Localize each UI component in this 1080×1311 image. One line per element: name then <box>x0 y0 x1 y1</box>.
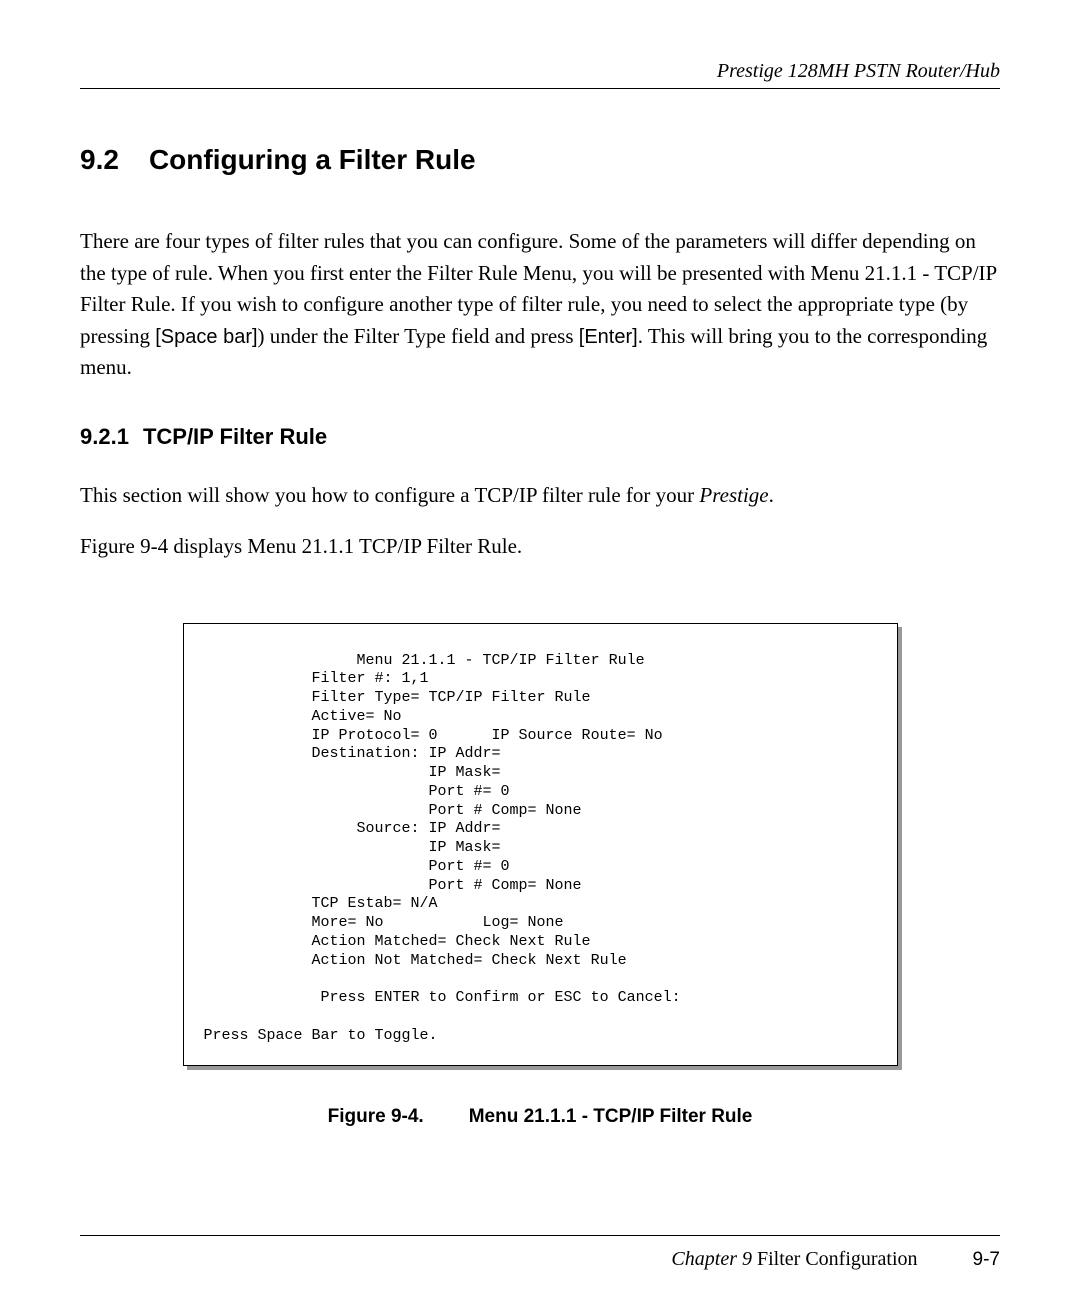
intro-paragraph: There are four types of filter rules tha… <box>80 226 1000 384</box>
section-number: 9.2 <box>80 144 119 176</box>
subsection-intro: This section will show you how to config… <box>80 480 1000 512</box>
footer-chapter-label: Chapter 9 <box>671 1248 757 1270</box>
section-title: Configuring a Filter Rule <box>149 144 476 175</box>
footer: Chapter 9 Filter Configuration 9-7 <box>80 1235 1000 1271</box>
figure-wrapper: Menu 21.1.1 - TCP/IP Filter Rule Filter … <box>80 623 1000 1067</box>
figure-reference: Figure 9-4 displays Menu 21.1.1 TCP/IP F… <box>80 531 1000 563</box>
figure-caption: Figure 9-4. Menu 21.1.1 - TCP/IP Filter R… <box>80 1106 1000 1128</box>
footer-content: Chapter 9 Filter Configuration 9-7 <box>80 1248 1000 1271</box>
terminal-box: Menu 21.1.1 - TCP/IP Filter Rule Filter … <box>183 623 898 1067</box>
footer-page-number: 9-7 <box>973 1249 1000 1271</box>
footer-chapter-title: Filter Configuration <box>757 1248 918 1270</box>
spacebar-key-label: [Space bar] <box>155 326 257 348</box>
footer-divider <box>80 1235 1000 1236</box>
header-divider <box>80 88 1000 89</box>
subsection-number: 9.2.1 <box>80 424 129 450</box>
section-heading: 9.2 Configuring a Filter Rule <box>80 144 1000 176</box>
figure-label: Figure 9-4. <box>328 1106 424 1128</box>
intro-text-part2: ) under the Filter Type field and press <box>258 324 579 348</box>
header-product-name: Prestige 128MH PSTN Router/Hub <box>80 60 1000 83</box>
subsection-title: TCP/IP Filter Rule <box>143 424 327 449</box>
subsection-heading: 9.2.1 TCP/IP Filter Rule <box>80 424 1000 450</box>
enter-key-label: [Enter] <box>579 326 638 348</box>
subsection-intro-text2: . <box>769 483 774 507</box>
subsection-intro-text1: This section will show you how to config… <box>80 483 699 507</box>
prestige-italic: Prestige <box>699 483 768 507</box>
figure-title: Menu 21.1.1 - TCP/IP Filter Rule <box>469 1106 753 1127</box>
